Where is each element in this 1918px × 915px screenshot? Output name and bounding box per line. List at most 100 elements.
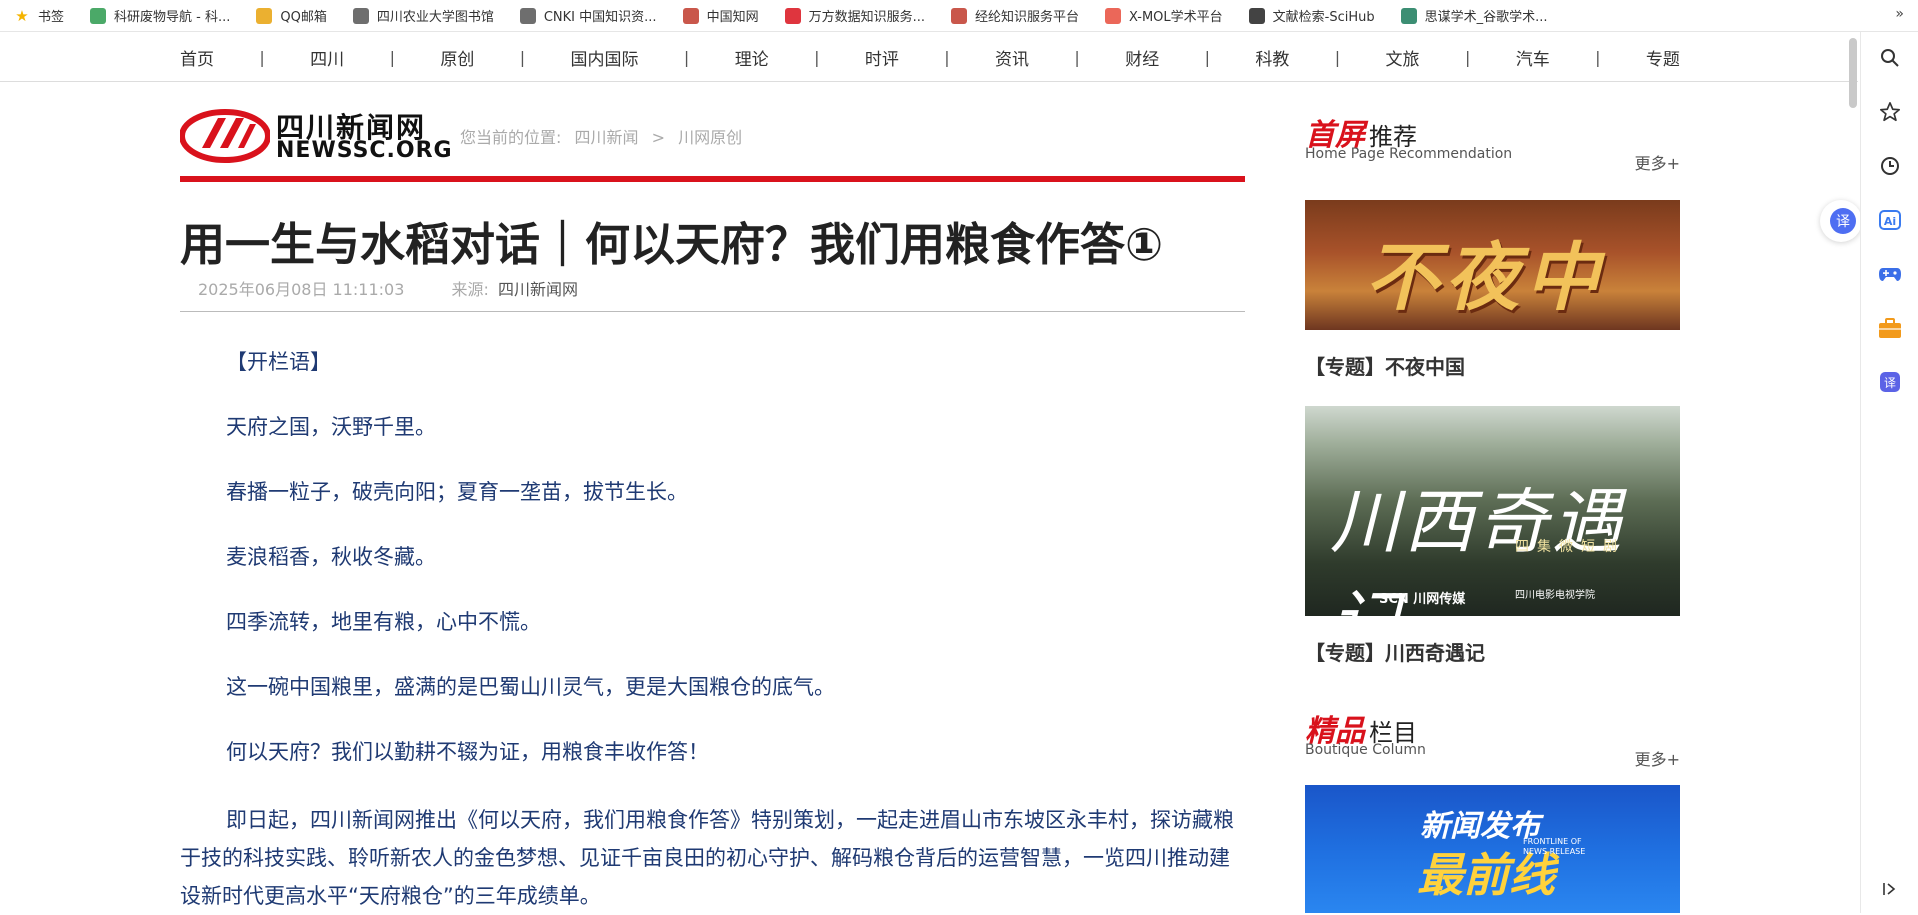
card-image-brand: SCN 川网传媒 (1379, 592, 1466, 607)
toolbox-icon[interactable] (1878, 316, 1902, 340)
nav-separator: | (944, 47, 950, 67)
nav-separator: | (683, 47, 690, 67)
search-icon[interactable] (1878, 46, 1902, 70)
wanfang-icon (784, 7, 801, 24)
bookmark-label: 文献检索-SciHub (1272, 10, 1375, 25)
nav-item[interactable]: 原创 (440, 45, 474, 70)
article-paragraph: 天府之国，沃野千里。 (226, 415, 436, 439)
breadcrumb-item-sichuan-news[interactable]: 四川新闻 (575, 128, 639, 147)
bookmark-item[interactable]: 思谋学术_谷歌学术... (1400, 6, 1548, 25)
boutique-header: 精品 栏目 Boutique Column 更多+ (1305, 706, 1680, 769)
bookmark-item[interactable]: ★ 书签 (14, 6, 65, 26)
bookmark-item[interactable]: QQ邮箱 (256, 6, 327, 25)
nav-item[interactable]: 财经 (1125, 45, 1159, 70)
bookmark-item[interactable]: 科研废物导航 - 科... (90, 6, 230, 25)
bookmarks-more-button[interactable]: » (1895, 6, 1904, 22)
nav-separator: | (389, 47, 395, 67)
boutique-more-link[interactable]: 更多+ (1635, 746, 1680, 770)
qq-mail-icon (256, 7, 273, 24)
ai-label: Ai (1884, 215, 1896, 228)
nav-item[interactable]: 资讯 (995, 45, 1029, 70)
bookmark-item[interactable]: 中国知网 (682, 6, 759, 25)
nav-item[interactable]: 专题 (1646, 45, 1680, 70)
nav-separator: | (1464, 47, 1471, 67)
logo-en-text: NEWSSC.ORG (276, 138, 453, 163)
collapse-icon[interactable] (1878, 877, 1902, 901)
cnki-icon (519, 7, 536, 24)
bookmark-label: CNKI 中国知识资... (543, 10, 657, 25)
bookmark-label: 四川农业大学图书馆 (376, 10, 494, 25)
card-image-brand: 四川电影电视学院 (1515, 590, 1595, 601)
article-paragraph: 春播一粒子，破壳向阳；夏育一垄苗，拔节生长。 (226, 480, 688, 504)
nav-item[interactable]: 时评 (865, 45, 899, 70)
article-paragraph: 四季流转，地里有粮，心中不慌。 (226, 610, 541, 634)
nav-separator: | (1204, 47, 1210, 67)
article-paragraph: 麦浪稻香，秋收冬藏。 (226, 545, 436, 569)
bookmark-label: QQ邮箱 (280, 10, 327, 25)
nav-separator: | (1595, 47, 1601, 67)
card-caption[interactable]: 【专题】川西奇遇记 (1305, 637, 1485, 666)
card-image-subtext: 四集微短剧 (1515, 539, 1625, 555)
jinglun-icon (950, 7, 967, 24)
nav-item[interactable]: 科教 (1255, 45, 1289, 70)
translate-label: 译 (1884, 376, 1896, 390)
article-paragraph: 何以天府？我们以勤耕不辍为证，用粮食丰收作答！ (226, 740, 709, 764)
zhiwang-icon (682, 7, 699, 24)
bookmark-label: 思谋学术_谷歌学术... (1424, 10, 1548, 25)
nav-separator: | (1334, 47, 1341, 67)
page-scrollbar[interactable] (1849, 38, 1857, 108)
nav-item[interactable]: 首页 (180, 45, 214, 70)
bookmark-item[interactable]: CNKI 中国知识资... (519, 6, 657, 25)
article-paragraph: 【开栏语】 (226, 350, 331, 374)
breadcrumb-sep: > (651, 128, 666, 147)
source-label: 来源: (451, 280, 489, 299)
bookmark-item[interactable]: X-MOL学术平台 (1105, 6, 1223, 25)
article-date: 2025年06月08日 11:11:03 (198, 280, 405, 299)
game-icon[interactable] (1878, 262, 1902, 286)
recommend-more-link[interactable]: 更多+ (1635, 150, 1680, 174)
boutique-subtitle: Boutique Column (1305, 742, 1426, 758)
library-icon (352, 7, 369, 24)
bookmark-item[interactable]: 四川农业大学图书馆 (352, 6, 494, 25)
recommend-subtitle: Home Page Recommendation (1305, 146, 1513, 162)
bookmark-label: X-MOL学术平台 (1129, 10, 1223, 25)
site-logo[interactable]: 四川新闻网 NEWSSC.ORG (179, 104, 453, 164)
card-image-chuanxi-qiyuji[interactable]: 川西奇遇记 四集微短剧 SCN 川网传媒 四川电影电视学院 (1305, 406, 1680, 616)
bookmark-item[interactable]: 经纶知识服务平台 (950, 6, 1079, 25)
xmol-icon (1105, 7, 1121, 24)
bookmark-label: 科研废物导航 - 科... (114, 10, 231, 25)
bookmark-label: 书签 (38, 10, 65, 25)
history-icon[interactable] (1878, 154, 1902, 178)
article-body: 【开栏语】 天府之国，沃野千里。 春播一粒子，破壳向阳；夏育一垄苗，拔节生长。 … (180, 346, 1245, 915)
breadcrumb-item-original[interactable]: 川网原创 (678, 128, 742, 147)
bookmarks-bar: ★ 书签 科研废物导航 - 科... QQ邮箱 四川农业大学图书馆 CNKI 中国知识资.… (0, 0, 1918, 32)
translate-icon[interactable]: 译 (1878, 370, 1902, 394)
card-image-news-release[interactable]: 新闻发布 最前线 FRONTLINE OF NEWS RELEASE (1305, 785, 1680, 913)
bookmark-label: 万方数据知识服务... (808, 10, 925, 25)
bookmark-item[interactable]: 文献检索-SciHub (1248, 6, 1375, 25)
ky-logo-icon (90, 7, 107, 24)
nav-separator: | (1074, 47, 1080, 67)
bookmark-label: 中国知网 (706, 10, 759, 25)
nav-item[interactable]: 文旅 (1386, 45, 1420, 70)
bookmark-item[interactable]: 万方数据知识服务... (784, 6, 925, 25)
browser-side-panel: Ai 译 (1860, 32, 1918, 913)
card-image-text: 不夜中国 (1365, 235, 1605, 321)
nav-item[interactable]: 国内国际 (571, 45, 639, 70)
article-paragraph: 即日起，四川新闻网推出《何以天府，我们用粮食作答》特别策划，一起走进眉山市东坡区… (180, 808, 1234, 908)
star-outline-icon[interactable] (1878, 100, 1902, 124)
nav-item[interactable]: 汽车 (1516, 45, 1550, 70)
breadcrumb: 您当前的位置: 四川新闻 > 川网原创 (460, 124, 750, 148)
card-caption[interactable]: 【专题】不夜中国 (1305, 351, 1465, 380)
nav-item[interactable]: 理论 (735, 45, 769, 70)
translate-float-button[interactable]: 译 (1820, 200, 1862, 242)
card-image-buye-zhongguo[interactable]: 不夜中国 (1305, 200, 1680, 330)
logo-mark-icon (179, 109, 271, 163)
nav-item[interactable]: 四川 (310, 45, 344, 70)
star-icon: ★ (15, 6, 29, 25)
scihub-icon (1248, 7, 1265, 24)
ai-icon[interactable]: Ai (1878, 208, 1902, 232)
header-divider (180, 176, 1245, 182)
breadcrumb-prefix: 您当前的位置: (460, 128, 562, 147)
simou-icon (1400, 7, 1417, 24)
